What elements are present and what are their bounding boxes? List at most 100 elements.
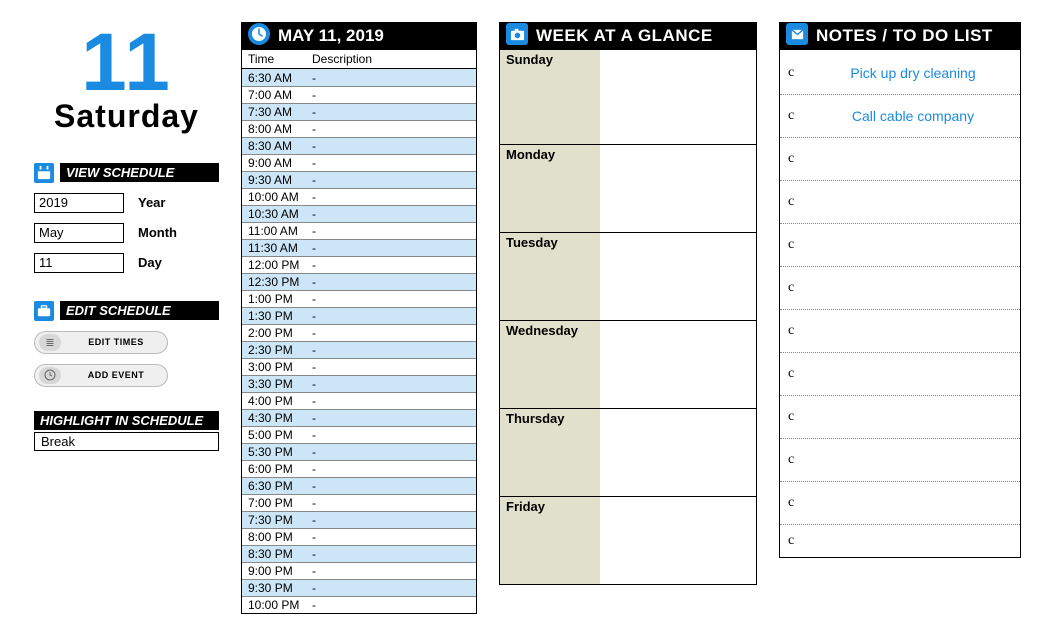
schedule-slot[interactable]: 2:30 PM- bbox=[242, 341, 476, 358]
schedule-slot[interactable]: 2:00 PM- bbox=[242, 324, 476, 341]
schedule-slot[interactable]: 11:00 AM- bbox=[242, 222, 476, 239]
slot-time: 12:30 PM bbox=[242, 275, 312, 289]
note-row[interactable]: c bbox=[780, 267, 1020, 310]
schedule-slot[interactable]: 7:00 AM- bbox=[242, 86, 476, 103]
schedule-slot[interactable]: 12:30 PM- bbox=[242, 273, 476, 290]
week-day-cell[interactable] bbox=[600, 145, 756, 232]
year-input[interactable] bbox=[34, 193, 124, 213]
week-day-cell[interactable] bbox=[600, 409, 756, 496]
note-row[interactable]: c bbox=[780, 138, 1020, 181]
note-row[interactable]: c bbox=[780, 310, 1020, 353]
slot-desc: - bbox=[312, 513, 476, 527]
note-row[interactable]: c bbox=[780, 396, 1020, 439]
edit-times-button-label: EDIT TIMES bbox=[69, 337, 163, 347]
schedule-slot[interactable]: 9:30 PM- bbox=[242, 579, 476, 596]
schedule-col-time: Time bbox=[242, 52, 312, 66]
slot-time: 7:30 PM bbox=[242, 513, 312, 527]
slot-time: 9:00 PM bbox=[242, 564, 312, 578]
week-day-label: Wednesday bbox=[500, 321, 600, 408]
note-row[interactable]: cPick up dry cleaning bbox=[780, 52, 1020, 95]
schedule-slot[interactable]: 9:30 AM- bbox=[242, 171, 476, 188]
schedule-slot[interactable]: 9:00 PM- bbox=[242, 562, 476, 579]
schedule-slot[interactable]: 12:00 PM- bbox=[242, 256, 476, 273]
slot-desc: - bbox=[312, 445, 476, 459]
schedule-slot[interactable]: 3:30 PM- bbox=[242, 375, 476, 392]
slot-desc: - bbox=[312, 71, 476, 85]
day-input[interactable] bbox=[34, 253, 124, 273]
week-day: Friday bbox=[500, 496, 756, 584]
schedule-slot[interactable]: 6:30 PM- bbox=[242, 477, 476, 494]
note-mark: c bbox=[788, 280, 816, 296]
highlight-heading-label: HIGHLIGHT IN SCHEDULE bbox=[34, 411, 219, 430]
slot-time: 8:00 PM bbox=[242, 530, 312, 544]
schedule-slot[interactable]: 1:00 PM- bbox=[242, 290, 476, 307]
schedule-slot[interactable]: 3:00 PM- bbox=[242, 358, 476, 375]
note-mark: c bbox=[788, 65, 816, 81]
edit-schedule-heading: EDIT SCHEDULE bbox=[34, 301, 219, 321]
schedule-slot[interactable]: 5:00 PM- bbox=[242, 426, 476, 443]
inbox-icon bbox=[786, 23, 808, 45]
slot-time: 2:30 PM bbox=[242, 343, 312, 357]
slot-desc: - bbox=[312, 428, 476, 442]
slot-desc: - bbox=[312, 207, 476, 221]
schedule-slot[interactable]: 6:00 PM- bbox=[242, 460, 476, 477]
note-row[interactable]: c bbox=[780, 353, 1020, 396]
schedule-slot[interactable]: 4:30 PM- bbox=[242, 409, 476, 426]
schedule-panel-header: MAY 11, 2019 bbox=[242, 22, 476, 50]
note-mark: c bbox=[788, 495, 816, 511]
schedule-slot[interactable]: 10:00 PM- bbox=[242, 596, 476, 613]
slot-desc: - bbox=[312, 156, 476, 170]
schedule-slot[interactable]: 1:30 PM- bbox=[242, 307, 476, 324]
slot-time: 9:00 AM bbox=[242, 156, 312, 170]
month-input[interactable] bbox=[34, 223, 124, 243]
schedule-slot[interactable]: 4:00 PM- bbox=[242, 392, 476, 409]
date-number: 11 bbox=[34, 26, 219, 100]
note-row[interactable]: c bbox=[780, 181, 1020, 224]
schedule-slot[interactable]: 6:30 AM- bbox=[242, 69, 476, 86]
schedule-slot[interactable]: 9:00 AM- bbox=[242, 154, 476, 171]
slot-time: 12:00 PM bbox=[242, 258, 312, 272]
week-day-cell[interactable] bbox=[600, 321, 756, 408]
schedule-col-desc: Description bbox=[312, 52, 476, 66]
slot-desc: - bbox=[312, 224, 476, 238]
note-row[interactable]: c bbox=[780, 525, 1020, 557]
note-text: Pick up dry cleaning bbox=[816, 65, 1020, 81]
week-day-cell[interactable] bbox=[600, 497, 756, 584]
note-row[interactable]: c bbox=[780, 224, 1020, 267]
schedule-slot[interactable]: 7:30 AM- bbox=[242, 103, 476, 120]
schedule-slot[interactable]: 7:00 PM- bbox=[242, 494, 476, 511]
note-mark: c bbox=[788, 108, 816, 124]
week-day-cell[interactable] bbox=[600, 50, 756, 144]
slot-time: 3:00 PM bbox=[242, 360, 312, 374]
schedule-slot[interactable]: 5:30 PM- bbox=[242, 443, 476, 460]
week-panel-header: WEEK AT A GLANCE bbox=[500, 22, 756, 50]
note-row[interactable]: c bbox=[780, 439, 1020, 482]
slot-desc: - bbox=[312, 530, 476, 544]
slot-time: 4:00 PM bbox=[242, 394, 312, 408]
add-event-button-label: ADD EVENT bbox=[69, 370, 163, 380]
note-mark: c bbox=[788, 366, 816, 382]
slot-desc: - bbox=[312, 343, 476, 357]
schedule-slot[interactable]: 10:00 AM- bbox=[242, 188, 476, 205]
schedule-slot[interactable]: 10:30 AM- bbox=[242, 205, 476, 222]
schedule-slot[interactable]: 7:30 PM- bbox=[242, 511, 476, 528]
week-day-label: Sunday bbox=[500, 50, 600, 144]
schedule-slot[interactable]: 11:30 AM- bbox=[242, 239, 476, 256]
schedule-slot[interactable]: 8:00 PM- bbox=[242, 528, 476, 545]
note-row[interactable]: cCall cable company bbox=[780, 95, 1020, 138]
schedule-slot[interactable]: 8:00 AM- bbox=[242, 120, 476, 137]
note-row[interactable]: c bbox=[780, 482, 1020, 525]
slot-desc: - bbox=[312, 462, 476, 476]
week-day-cell[interactable] bbox=[600, 233, 756, 320]
slot-desc: - bbox=[312, 105, 476, 119]
week-day: Thursday bbox=[500, 408, 756, 496]
schedule-slot[interactable]: 8:30 AM- bbox=[242, 137, 476, 154]
slot-time: 11:30 AM bbox=[242, 241, 312, 255]
schedule-slot[interactable]: 8:30 PM- bbox=[242, 545, 476, 562]
highlight-value[interactable]: Break bbox=[34, 432, 219, 451]
week-day-label: Friday bbox=[500, 497, 600, 584]
edit-times-button[interactable]: ≣ EDIT TIMES bbox=[34, 331, 168, 354]
note-text: Call cable company bbox=[816, 108, 1020, 124]
edit-schedule-heading-label: EDIT SCHEDULE bbox=[60, 301, 219, 320]
add-event-button[interactable]: ADD EVENT bbox=[34, 364, 168, 387]
